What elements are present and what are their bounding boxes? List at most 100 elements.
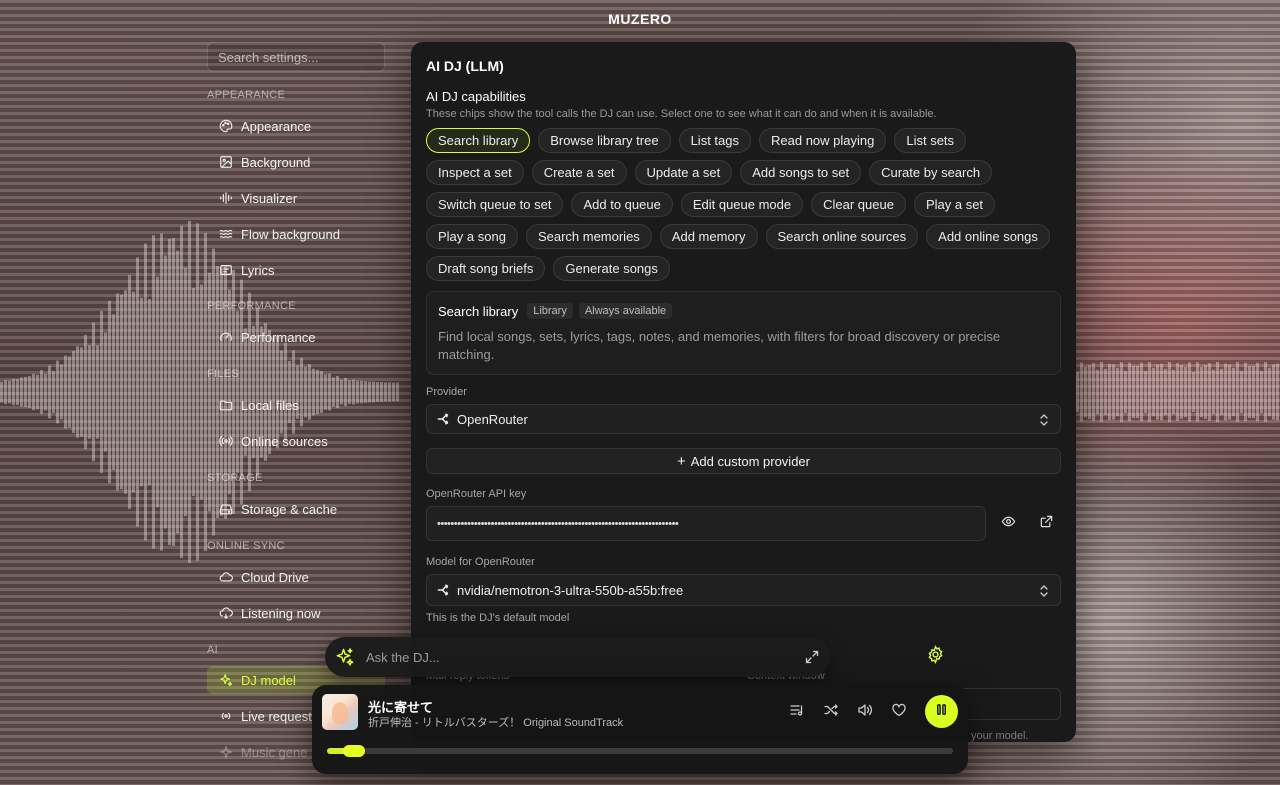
sidebar-item-listening-now[interactable]: Listening now (207, 599, 385, 627)
capability-chip[interactable]: Search memories (525, 224, 652, 249)
sparkle-icon (219, 745, 233, 759)
sidebar-item-label: Lyrics (241, 262, 275, 278)
visualizer-bar (104, 332, 107, 452)
section-title-online-sync: ONLINE SYNC (207, 540, 285, 552)
album-art[interactable] (322, 694, 358, 730)
visualizer-bar (1124, 370, 1127, 414)
sidebar-item-label: Live request (241, 708, 312, 724)
visualizer-bar (8, 380, 11, 404)
visualizer-bar (1132, 365, 1135, 419)
visualizer-bar (1120, 362, 1123, 422)
model-select[interactable]: nvidia/nemotron-3-ultra-550b-a55b:free (426, 574, 1061, 606)
capability-chip[interactable]: Generate songs (553, 256, 670, 281)
pause-button[interactable] (925, 695, 958, 728)
visualizer-bar (1096, 369, 1099, 415)
sidebar-item-flow-background[interactable]: Flow background (207, 220, 385, 248)
visualizer-bar (116, 293, 119, 491)
visualizer-bar (88, 345, 91, 439)
visualizer-bar (180, 226, 183, 558)
capability-chip[interactable]: Play a song (426, 224, 518, 249)
queue-button[interactable] (788, 703, 806, 721)
visualizer-bar (1136, 365, 1139, 419)
capability-chip[interactable]: Inspect a set (426, 160, 524, 185)
sidebar-item-label: Music gene (241, 744, 308, 760)
hard-drive-icon (219, 502, 233, 516)
sidebar-item-local-files[interactable]: Local files (207, 391, 385, 419)
visualizer-bar (1112, 364, 1115, 420)
sidebar-item-label: Cloud Drive (241, 569, 309, 585)
sidebar-item-lyrics[interactable]: Lyrics (207, 256, 385, 284)
capability-chip[interactable]: Add to queue (571, 192, 673, 217)
visualizer-bar (1084, 366, 1087, 418)
add-custom-provider-button[interactable]: + Add custom provider (426, 448, 1061, 474)
sidebar-item-storage-cache[interactable]: Storage & cache (207, 495, 385, 523)
sparkles-icon (219, 673, 233, 687)
capability-chip[interactable]: List sets (894, 128, 967, 153)
capability-chip[interactable]: Search online sources (765, 224, 919, 249)
visualizer-bar (4, 379, 7, 405)
visualizer-bar (148, 299, 151, 485)
gear-icon (926, 645, 945, 669)
visualizer-bar (1164, 368, 1167, 416)
shuffle-button[interactable] (822, 703, 840, 721)
expand-icon[interactable] (804, 649, 820, 665)
capability-chip[interactable]: Edit queue mode (680, 192, 804, 217)
open-external-button[interactable] (1031, 509, 1061, 539)
search-settings-input[interactable] (218, 49, 374, 65)
capability-chip[interactable]: Play a set (913, 192, 996, 217)
visualizer-bar (1128, 362, 1131, 422)
progress-knob[interactable] (343, 745, 365, 757)
visualizer-bar (128, 275, 131, 509)
like-button[interactable] (890, 703, 908, 721)
capability-chip[interactable]: Update a set (634, 160, 733, 185)
sidebar-item-label: Flow background (241, 226, 340, 242)
broadcast-icon (219, 709, 233, 723)
api-key-input[interactable]: ••••••••••••••••••••••••••••••••••••••••… (426, 506, 986, 541)
show-key-button[interactable] (994, 509, 1024, 539)
visualizer-bar (188, 220, 191, 564)
capability-chip[interactable]: Add memory (659, 224, 758, 249)
progress-track[interactable] (327, 745, 953, 757)
visualizer-bar (152, 235, 155, 549)
provider-select[interactable]: OpenRouter (426, 404, 1061, 434)
sidebar-item-online-sources[interactable]: Online sources (207, 427, 385, 455)
now-playing-bar: 光に寄せて 折戸伸治 - リトルバスターズ！ Original SoundTra… (312, 685, 968, 774)
visualizer-bar (1256, 362, 1259, 422)
sidebar-item-background[interactable]: Background (207, 148, 385, 176)
capability-chip[interactable]: List tags (678, 128, 751, 153)
visualizer-bar (1140, 362, 1143, 422)
visualizer-bar (1196, 362, 1199, 422)
capability-chip[interactable]: Search library (426, 128, 531, 153)
capabilities-title: AI DJ capabilities (426, 89, 526, 104)
capability-chip[interactable]: Clear queue (811, 192, 906, 217)
capability-chip[interactable]: Create a set (531, 160, 627, 185)
sidebar-item-cloud-drive[interactable]: Cloud Drive (207, 563, 385, 591)
visualizer-bar (1156, 364, 1159, 420)
capability-chip[interactable]: Draft song briefs (426, 256, 546, 281)
capability-chip[interactable]: Read now playing (759, 128, 887, 153)
cloud-icon (219, 570, 233, 584)
capability-chip[interactable]: Browse library tree (538, 128, 671, 153)
ask-dj-input[interactable] (366, 649, 804, 665)
capabilities-description: These chips show the tool calls the DJ c… (426, 108, 937, 120)
sidebar-item-performance[interactable]: Performance (207, 323, 385, 351)
dj-settings-button[interactable] (918, 640, 952, 674)
shuffle-icon (823, 702, 839, 723)
capability-chip[interactable]: Switch queue to set (426, 192, 564, 217)
visualizer-bar (48, 365, 51, 419)
capability-chip[interactable]: Add songs to set (740, 160, 862, 185)
visualizer-bar (184, 267, 187, 517)
chevron-up-down-icon (1038, 584, 1050, 598)
capability-chip[interactable]: Add online songs (926, 224, 1050, 249)
visualizer-bar (28, 376, 31, 408)
volume-button[interactable] (856, 703, 874, 721)
visualizer-bar (1116, 367, 1119, 417)
visualizer-bar (1088, 365, 1091, 419)
sidebar-item-appearance[interactable]: Appearance (207, 112, 385, 140)
capability-chip[interactable]: Curate by search (869, 160, 993, 185)
visualizer-bar (1212, 369, 1215, 415)
sidebar-item-visualizer[interactable]: Visualizer (207, 184, 385, 212)
song-artist-album: 折戸伸治 - リトルバスターズ！ Original SoundTrack (368, 717, 624, 729)
provider-value: OpenRouter (457, 411, 528, 427)
section-title-performance: PERFORMANCE (207, 300, 296, 312)
